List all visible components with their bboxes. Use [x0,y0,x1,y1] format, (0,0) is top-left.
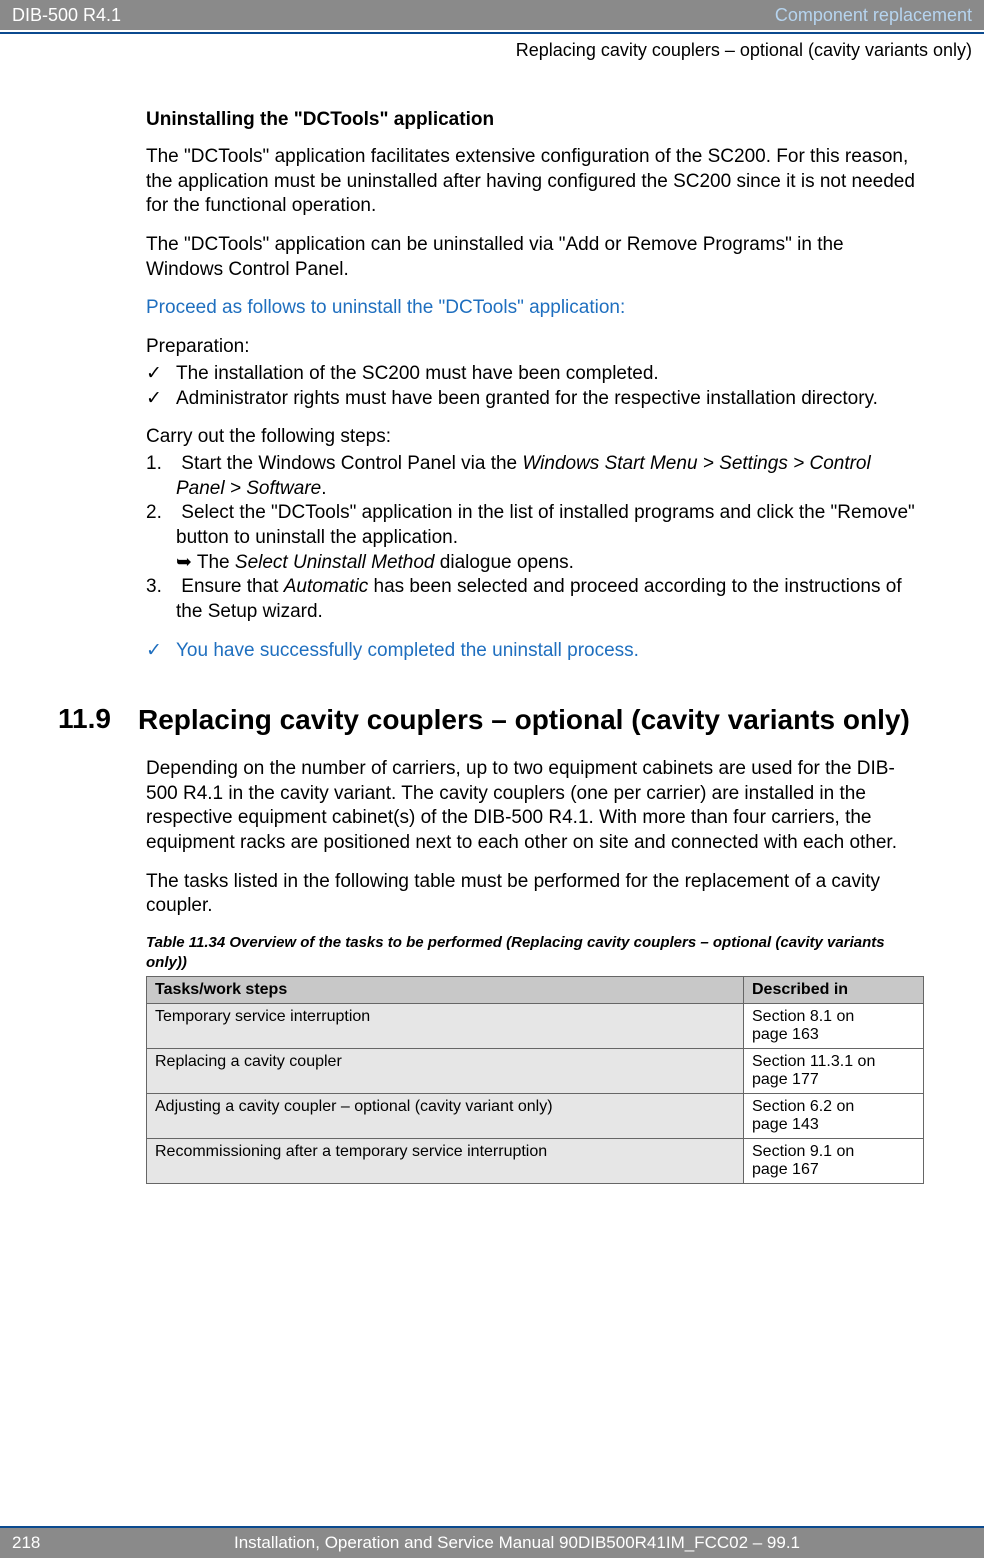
section-heading: 11.9 Replacing cavity couplers – optiona… [146,703,924,737]
list-item: Administrator rights must have been gran… [146,387,924,412]
desc-cell: Section 11.3.1 onpage 177 [744,1049,924,1094]
paragraph: The "DCTools" application facilitates ex… [146,145,924,219]
caption-text: Overview of the tasks to be performed (R… [146,934,885,971]
header-left: DIB-500 R4.1 [12,5,121,26]
table-row: Recommissioning after a temporary servic… [147,1139,924,1184]
footer-bar: 218 Installation, Operation and Service … [0,1528,984,1558]
result-line: The Select Uninstall Method dialogue ope… [176,551,924,576]
task-cell: Adjusting a cavity coupler – optional (c… [147,1094,744,1139]
page-number: 218 [12,1533,62,1553]
preparation-list: The installation of the SC200 must have … [146,362,924,411]
page-header: DIB-500 R4.1 Component replacement [0,0,984,30]
list-item: Ensure that Automatic has been selected … [146,575,924,624]
paragraph: Depending on the number of carriers, up … [146,757,924,856]
table-header: Tasks/work steps [147,977,744,1004]
text: dialogue opens. [435,552,574,573]
desc-cell: Section 8.1 onpage 163 [744,1004,924,1049]
paragraph: The tasks listed in the following table … [146,870,924,919]
success-list: You have successfully completed the unin… [146,639,924,664]
desc-cell: Section 6.2 onpage 143 [744,1094,924,1139]
page-footer: 218 Installation, Operation and Service … [0,1526,984,1558]
table-caption: Table 11.34 Overview of the tasks to be … [146,933,924,972]
carry-out-label: Carry out the following steps: [146,425,924,450]
tasks-table: Tasks/work steps Described in Temporary … [146,976,924,1184]
section-number: 11.9 [58,703,138,735]
footer-text: Installation, Operation and Service Manu… [62,1533,972,1553]
task-cell: Replacing a cavity coupler [147,1049,744,1094]
task-cell: Temporary service interruption [147,1004,744,1049]
text: Start the Windows Control Panel via the [181,453,522,474]
text: Ensure that [181,576,283,597]
list-item: Start the Windows Control Panel via the … [146,452,924,501]
success-item: You have successfully completed the unin… [146,639,924,664]
text: The [197,552,235,573]
task-cell: Recommissioning after a temporary servic… [147,1139,744,1184]
uninstall-heading: Uninstalling the "DCTools" application [146,109,924,131]
section-title: Replacing cavity couplers – optional (ca… [138,703,910,737]
header-right: Component replacement [775,5,972,26]
text-italic: Automatic [284,576,368,597]
table-header: Described in [744,977,924,1004]
table-row: Temporary service interruption Section 8… [147,1004,924,1049]
table-row: Replacing a cavity coupler Section 11.3.… [147,1049,924,1094]
page: DIB-500 R4.1 Component replacement Repla… [0,0,984,1558]
list-item: The installation of the SC200 must have … [146,362,924,387]
caption-label: Table 11.34 [146,934,225,951]
steps-list: Start the Windows Control Panel via the … [146,452,924,625]
content: Uninstalling the "DCTools" application T… [0,61,984,1184]
paragraph: The "DCTools" application can be uninsta… [146,233,924,282]
text-italic: Select Uninstall Method [235,552,435,573]
list-item: Select the "DCTools" application in the … [146,501,924,575]
text: Select the "DCTools" application in the … [176,502,915,548]
table-row: Adjusting a cavity coupler – optional (c… [147,1094,924,1139]
text: . [321,478,326,499]
preparation-label: Preparation: [146,335,924,360]
desc-cell: Section 9.1 onpage 167 [744,1139,924,1184]
sub-header: Replacing cavity couplers – optional (ca… [0,34,984,61]
proceed-instruction: Proceed as follows to uninstall the "DCT… [146,296,924,321]
